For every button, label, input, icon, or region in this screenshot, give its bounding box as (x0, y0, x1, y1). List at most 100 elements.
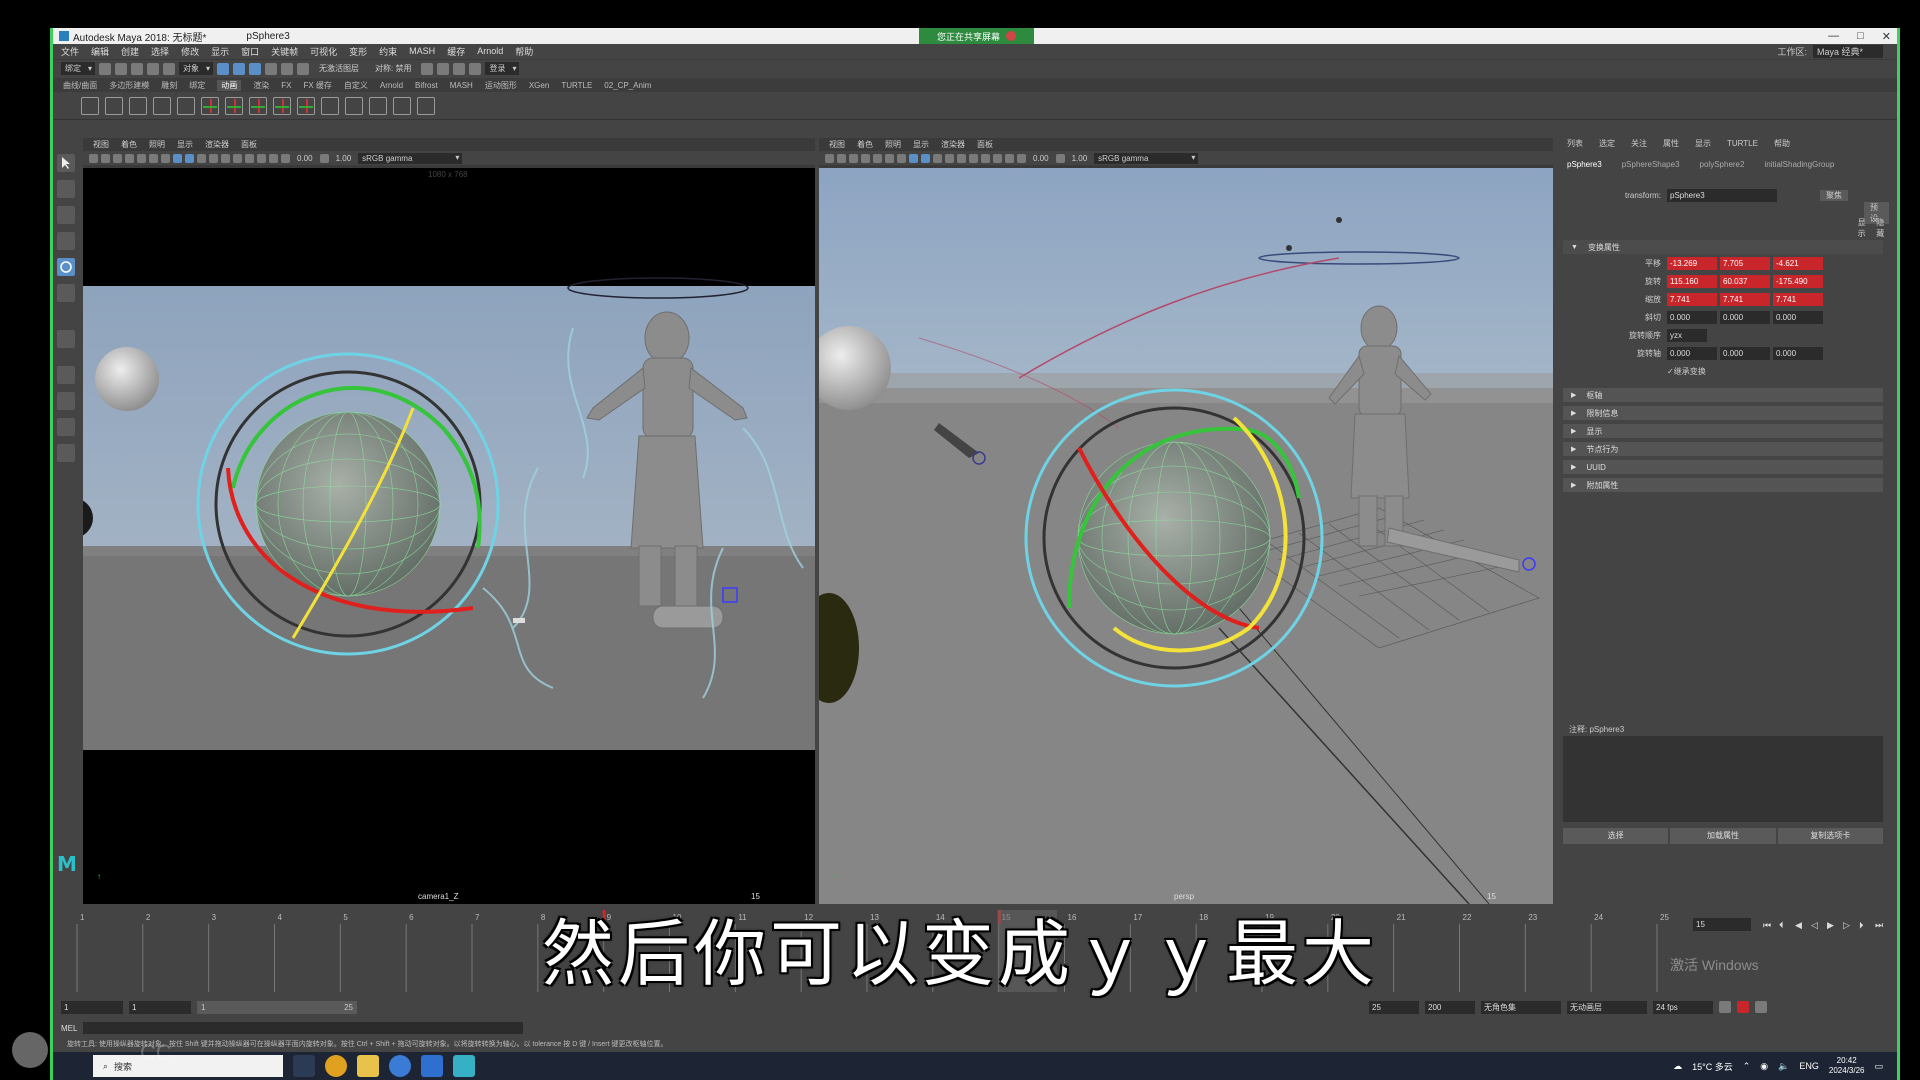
new-scene-icon[interactable] (99, 62, 111, 75)
shelf-skin-icon[interactable] (129, 96, 147, 115)
anim-end-field[interactable]: 200 (1425, 1000, 1475, 1014)
gamma-value[interactable]: 1.00 (336, 154, 352, 163)
notification-icon[interactable]: ▭ (1874, 1061, 1883, 1072)
shelf-tab-mash[interactable]: MASH (450, 81, 473, 90)
render-settings-icon[interactable] (469, 62, 482, 75)
section-limits[interactable]: ▶ 限制信息 (1563, 406, 1883, 420)
mel-label[interactable]: MEL (61, 1024, 77, 1033)
maya-taskbar-icon[interactable] (453, 1055, 475, 1077)
aa-icon[interactable] (245, 153, 254, 163)
menu-file[interactable]: 文件 (61, 45, 79, 58)
panel-menu-view[interactable]: 视图 (93, 139, 109, 150)
bookmark-icon-r[interactable] (837, 153, 846, 163)
snap-curve-icon[interactable] (281, 62, 293, 75)
weather-text[interactable]: 15°C 多云 (1692, 1060, 1733, 1073)
section-transform[interactable]: ▼ 变换属性 (1563, 240, 1883, 254)
outliner-layout-icon[interactable] (57, 444, 75, 462)
range-slider[interactable]: 1 25 (197, 1000, 357, 1014)
section-display[interactable]: ▶ 显示 (1563, 424, 1883, 438)
translate-z-field[interactable]: -4.621 (1773, 256, 1823, 270)
select-component-icon[interactable] (249, 62, 261, 75)
rotate-tool-icon[interactable] (57, 258, 75, 276)
single-view-icon[interactable] (57, 366, 75, 384)
show-button[interactable]: 显示 (1858, 217, 1871, 239)
exposure-icon[interactable] (281, 153, 290, 163)
exposure-value-r[interactable]: 0.00 (1033, 154, 1049, 163)
shelf-tab-fx[interactable]: FX (281, 81, 291, 90)
panel-menu-shading-r[interactable]: 着色 (857, 139, 873, 150)
menu-display[interactable]: 显示 (211, 45, 229, 58)
maximize-button[interactable]: □ (1857, 30, 1864, 42)
panel-menu-show-r[interactable]: 显示 (913, 139, 929, 150)
notes-field[interactable] (1563, 736, 1883, 822)
node-tab-transform[interactable]: pSphere3 (1567, 160, 1602, 169)
menu-modify[interactable]: 修改 (181, 45, 199, 58)
shelf-tab-curves[interactable]: 曲线/曲面 (63, 80, 97, 91)
shelf-aim-constraint-icon[interactable] (249, 96, 267, 115)
stop-share-icon[interactable] (1006, 31, 1016, 41)
aa-icon-r[interactable] (981, 153, 990, 163)
undo-icon[interactable] (147, 62, 159, 75)
lights-icon[interactable] (209, 153, 218, 163)
ao-icon[interactable] (233, 153, 242, 163)
menu-edit[interactable]: 编辑 (91, 45, 109, 58)
film-gate-icon-r[interactable] (873, 153, 882, 163)
shear-z-field[interactable]: 0.000 (1773, 310, 1823, 324)
select-object-icon[interactable] (233, 62, 245, 75)
colorspace-dropdown-r[interactable]: sRGB gamma (1094, 152, 1199, 164)
ae-menu-attributes[interactable]: 属性 (1663, 138, 1679, 149)
character-set-dropdown[interactable]: 无角色集 (1481, 1000, 1561, 1014)
select-mode-dropdown[interactable]: 对象 (179, 62, 213, 75)
shadows-icon-r[interactable] (957, 153, 966, 163)
anim-prefs-icon[interactable] (1755, 1001, 1767, 1013)
shelf-cluster-icon[interactable] (177, 96, 195, 115)
panel-menu-show[interactable]: 显示 (177, 139, 193, 150)
shelf-tab-poly[interactable]: 多边形建模 (109, 80, 149, 91)
resolution-gate-icon-r[interactable] (885, 153, 894, 163)
shelf-tab-custom[interactable]: 自定义 (344, 80, 368, 91)
shelf-ik-icon[interactable] (105, 96, 123, 115)
viewport-right-view[interactable]: persp 15 ↑ (819, 168, 1553, 904)
lights-icon-r[interactable] (945, 153, 954, 163)
copy-tab-button[interactable]: 复制选项卡 (1777, 828, 1883, 844)
shelf-tab-arnold[interactable]: Arnold (380, 81, 403, 90)
select-tool-icon[interactable] (57, 154, 75, 172)
move-tool-icon[interactable] (57, 232, 75, 250)
smooth-shade-icon[interactable] (173, 153, 182, 163)
menu-create[interactable]: 创建 (121, 45, 139, 58)
rotate-y-field[interactable]: 60.037 (1720, 274, 1770, 288)
panel-menu-view-r[interactable]: 视图 (829, 139, 845, 150)
open-scene-icon[interactable] (115, 62, 127, 75)
snap-point-icon[interactable] (297, 62, 309, 75)
shelf-blendshape-icon[interactable] (417, 96, 435, 115)
command-input[interactable] (83, 1022, 524, 1034)
wireframe-on-shaded-icon[interactable] (185, 153, 194, 163)
shear-y-field[interactable]: 0.000 (1720, 310, 1770, 324)
resolution-gate-icon[interactable] (149, 153, 158, 163)
qq-icon[interactable] (389, 1055, 411, 1077)
task-view-icon[interactable] (293, 1055, 315, 1077)
range-start-field[interactable]: 1 (129, 1000, 191, 1014)
rotate-x-field[interactable]: 115.160 (1667, 274, 1717, 288)
menu-key[interactable]: 关键帧 (271, 45, 298, 58)
isolate-icon[interactable] (257, 153, 266, 163)
menu-cache[interactable]: 缓存 (447, 45, 465, 58)
clock[interactable]: 20:42 2024/3/26 (1829, 1056, 1865, 1076)
menu-help[interactable]: 帮助 (515, 45, 533, 58)
menu-mash[interactable]: MASH (409, 46, 435, 56)
menu-deform[interactable]: 变形 (349, 45, 367, 58)
file-explorer-icon[interactable] (357, 1055, 379, 1077)
last-tool-icon[interactable] (57, 330, 75, 348)
load-attributes-button[interactable]: 加载属性 (1670, 828, 1776, 844)
shelf-tab-rigging[interactable]: 绑定 (189, 80, 205, 91)
four-view-icon[interactable] (57, 392, 75, 410)
menu-constrain[interactable]: 约束 (379, 45, 397, 58)
grid-icon[interactable] (125, 153, 134, 163)
ae-menu-list[interactable]: 列表 (1567, 138, 1583, 149)
snap-grid-icon[interactable] (265, 62, 277, 75)
shear-x-field[interactable]: 0.000 (1667, 310, 1717, 324)
scale-z-field[interactable]: 7.741 (1773, 292, 1823, 306)
transform-name-field[interactable]: pSphere3 (1667, 188, 1777, 202)
shelf-curve-icon[interactable] (321, 96, 339, 115)
lasso-tool-icon[interactable] (57, 180, 75, 198)
